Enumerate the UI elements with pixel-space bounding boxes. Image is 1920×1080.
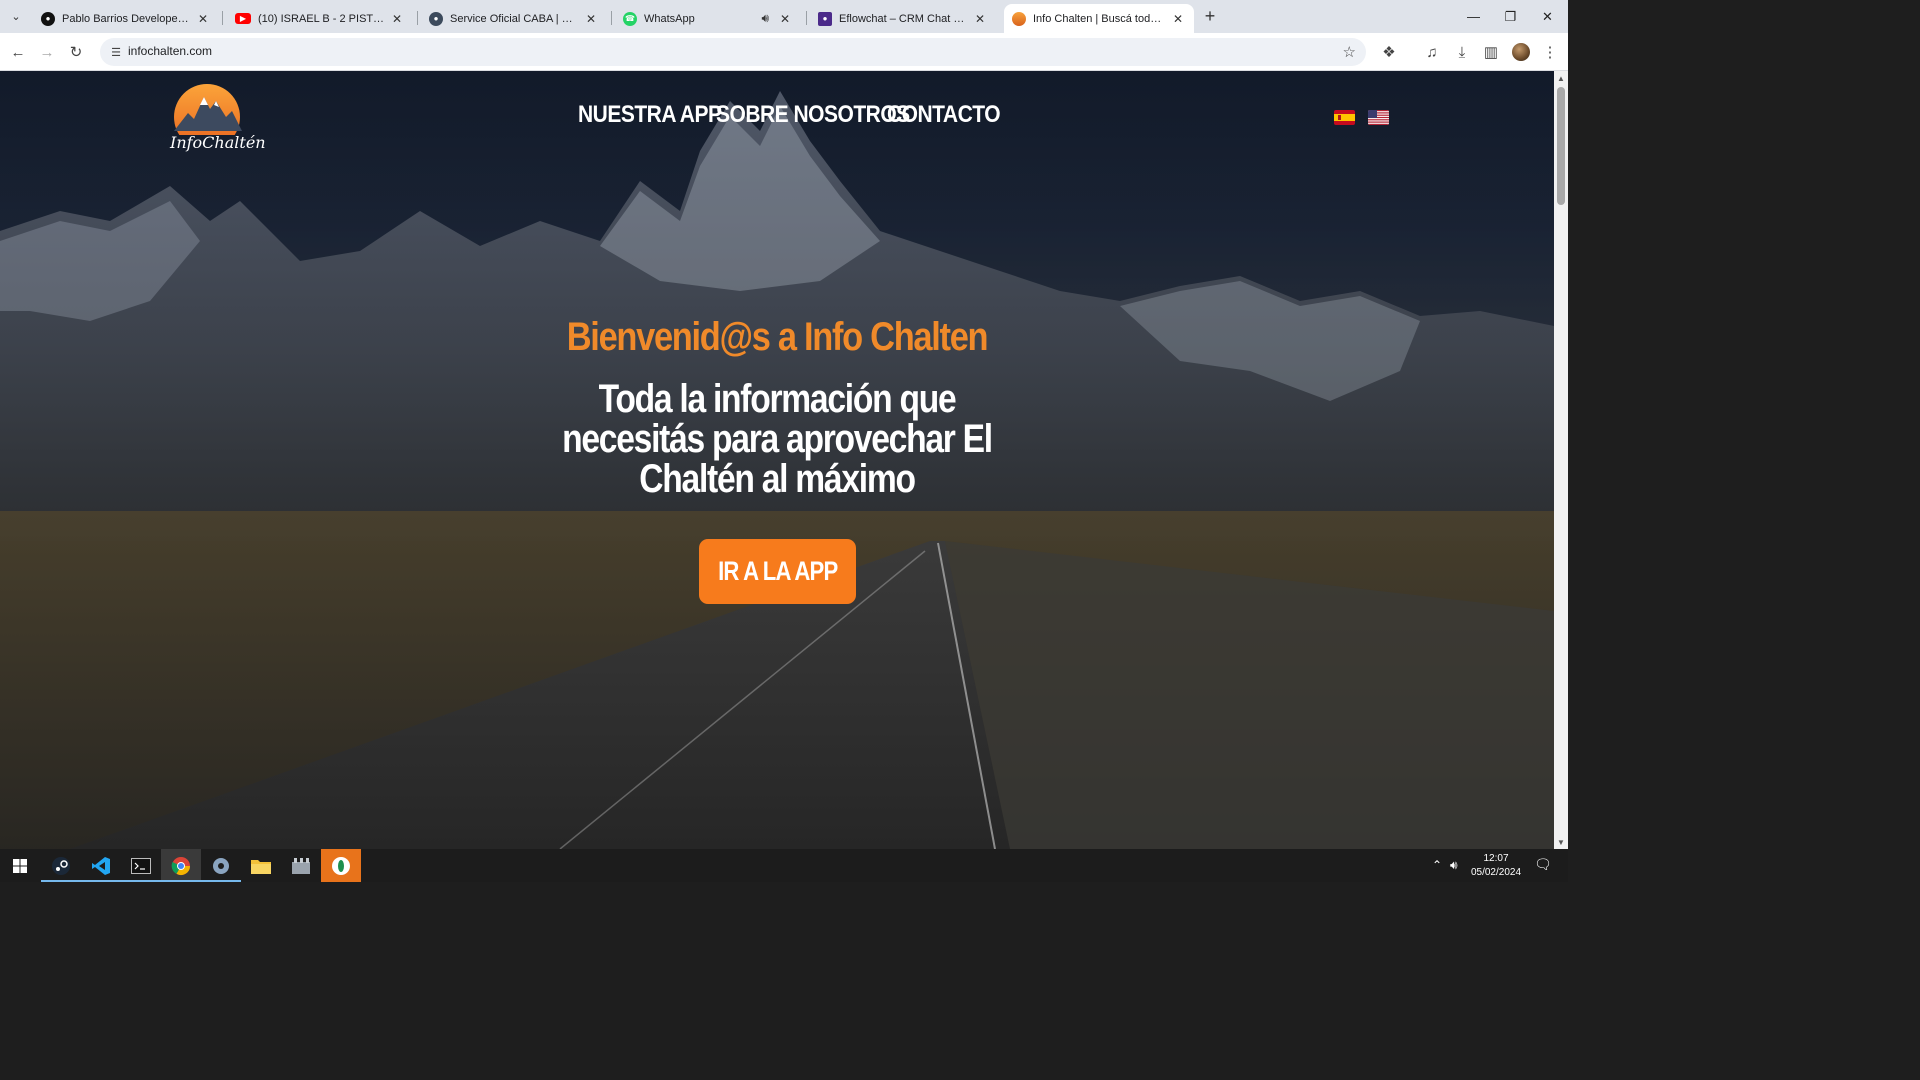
clock-time: 12:07: [1483, 853, 1509, 864]
site-logo[interactable]: InfoChaltén: [170, 83, 266, 161]
new-tab-button[interactable]: +: [1200, 6, 1220, 26]
site-info-icon[interactable]: ☰: [108, 44, 124, 60]
app-icon[interactable]: [281, 849, 321, 882]
side-panel-icon[interactable]: ▥: [1479, 40, 1503, 64]
forward-icon[interactable]: →: [35, 40, 59, 64]
speaker-icon[interactable]: 🔊︎: [761, 11, 769, 27]
restore-icon[interactable]: ❐: [1492, 0, 1529, 33]
close-tab-icon[interactable]: ✕: [1170, 11, 1186, 27]
hero-subtitle: Toda la información que necesitás para a…: [562, 377, 993, 501]
close-window-icon[interactable]: ✕: [1529, 0, 1566, 33]
browser-toolbar: ← → ↻ ☰ infochalten.com ☆ ❖ ♫ ⤓ ▥ ⋮: [0, 33, 1568, 71]
whatsapp-icon: ☎: [623, 11, 637, 26]
youtube-icon: ▶: [235, 13, 251, 24]
app-icon[interactable]: [321, 849, 361, 882]
browser-tab[interactable]: ● Pablo Barrios Developer | Proje ✕: [33, 4, 219, 33]
profile-avatar[interactable]: [1512, 43, 1530, 61]
taskbar-clock[interactable]: 12:07 05/02/2024: [1470, 852, 1522, 880]
go-to-app-label: IR A LA APP: [717, 556, 838, 586]
reload-icon[interactable]: ↻: [64, 40, 88, 64]
tab-separator: [222, 11, 223, 25]
eflowchat-icon: ●: [818, 11, 832, 26]
close-tab-icon[interactable]: ✕: [972, 11, 988, 27]
us-flag-icon[interactable]: [1368, 110, 1389, 125]
tray-chevron-up-icon[interactable]: ⌃: [1432, 858, 1442, 872]
back-icon[interactable]: ←: [6, 40, 30, 64]
steam-icon[interactable]: [41, 849, 81, 882]
hero-title: Bienvenid@s a Info Chalten: [566, 315, 989, 359]
media-controls-icon[interactable]: ♫: [1420, 40, 1444, 64]
close-tab-icon[interactable]: ✕: [583, 11, 599, 27]
page-scrollbar[interactable]: ▲ ▼: [1554, 71, 1568, 849]
browser-tab-active[interactable]: Info Chalten | Buscá todo lo ne ✕: [1004, 4, 1194, 33]
app-icon[interactable]: [201, 849, 241, 882]
github-icon: ●: [41, 11, 55, 26]
browser-tab-strip: ⌄ ● Pablo Barrios Developer | Proje ✕ ▶ …: [0, 0, 1568, 33]
tab-separator: [417, 11, 418, 25]
nav-nuestra-app[interactable]: NUESTRA APP: [578, 101, 722, 129]
vscode-icon[interactable]: [81, 849, 121, 882]
browser-tab[interactable]: ▶ (10) ISRAEL B - 2 PISTOLAS PA ✕: [227, 4, 413, 33]
scroll-down-arrow-icon[interactable]: ▼: [1554, 835, 1568, 849]
browser-tab[interactable]: ☎ WhatsApp 🔊︎ ✕: [615, 4, 801, 33]
clock-date: 05/02/2024: [1470, 867, 1522, 878]
close-tab-icon[interactable]: ✕: [195, 11, 211, 27]
nav-contacto[interactable]: CONTACTO: [887, 101, 1001, 129]
mountain-sun-logo-icon: [174, 84, 242, 150]
volume-icon[interactable]: 🔊︎: [1450, 858, 1458, 873]
bookmark-star-icon[interactable]: ☆: [1343, 43, 1356, 61]
spanish-flag-icon[interactable]: [1334, 110, 1355, 125]
downloads-icon[interactable]: ⤓: [1450, 40, 1474, 64]
close-tab-icon[interactable]: ✕: [777, 11, 793, 27]
browser-tab[interactable]: ● Eflowchat – CRM Chat MultiAge ✕: [810, 4, 996, 33]
scroll-thumb[interactable]: [1557, 87, 1565, 205]
extensions-icon[interactable]: ❖: [1377, 40, 1401, 64]
address-url[interactable]: infochalten.com: [128, 44, 212, 58]
windows-taskbar: ⌃ 🔊︎ 12:07 05/02/2024 🗨︎: [0, 849, 1568, 882]
logo-text: InfoChaltén: [170, 133, 266, 152]
notifications-icon[interactable]: 🗨︎: [1534, 856, 1552, 873]
tab-separator: [611, 11, 612, 25]
infochalten-icon: [1012, 11, 1026, 26]
terminal-icon[interactable]: [121, 849, 161, 882]
chrome-icon[interactable]: [161, 849, 201, 882]
file-explorer-icon[interactable]: [241, 849, 281, 882]
start-icon[interactable]: [0, 849, 40, 882]
go-to-app-button[interactable]: IR A LA APP: [699, 539, 856, 604]
tab-separator: [806, 11, 807, 25]
browser-tab[interactable]: ● Service Oficial CABA | Reparaci ✕: [421, 4, 607, 33]
minimize-icon[interactable]: —: [1455, 0, 1492, 33]
menu-kebab-icon[interactable]: ⋮: [1538, 40, 1562, 64]
nav-sobre-nosotros[interactable]: SOBRE NOSOTROS: [716, 101, 910, 129]
tab-search-chevron-icon[interactable]: ⌄: [5, 5, 27, 27]
globe-icon: ●: [429, 11, 443, 26]
address-bar[interactable]: ☰ infochalten.com ☆: [100, 38, 1366, 66]
web-page: InfoChaltén NUESTRA APP SOBRE NOSOTROS C…: [0, 71, 1554, 849]
close-tab-icon[interactable]: ✕: [389, 11, 405, 27]
hero-subtitle-wrapper: Toda la información que necesitás para a…: [0, 379, 1554, 499]
scroll-up-arrow-icon[interactable]: ▲: [1554, 71, 1568, 85]
